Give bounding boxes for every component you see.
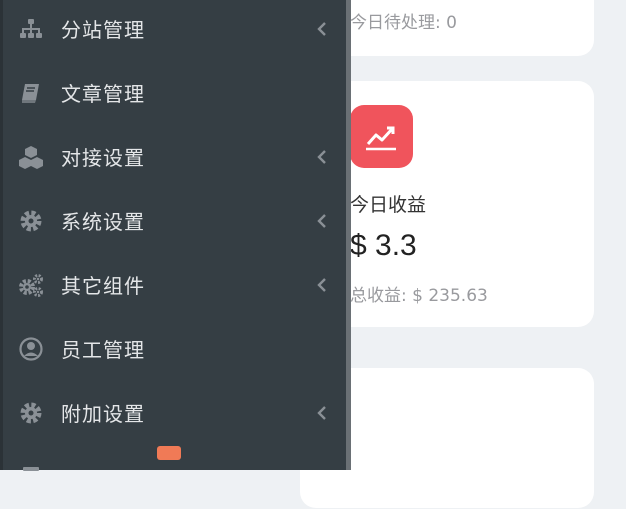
sidebar-item-label: 分站管理 xyxy=(61,18,145,42)
chevron-left-icon xyxy=(317,277,327,293)
sidebar-item-label: 系统设置 xyxy=(61,210,145,234)
chevron-left-icon xyxy=(317,405,327,421)
sidebar-item-staff[interactable]: 员工管理 xyxy=(0,317,346,381)
income-chart-icon xyxy=(350,105,413,168)
menu-icon xyxy=(18,459,44,485)
income-title: 今日收益 xyxy=(350,194,427,216)
sidebar-item-label: 附加设置 xyxy=(61,402,145,426)
income-value: $ 3.3 xyxy=(350,229,417,262)
sidebar-item-other-components[interactable]: 其它组件 xyxy=(0,253,346,317)
gear-icon xyxy=(18,208,44,234)
cubes-icon xyxy=(18,144,44,170)
sidebar-item-substation[interactable]: 分站管理 xyxy=(0,0,346,61)
sidebar-item-integration[interactable]: 对接设置 xyxy=(0,125,346,189)
sidebar-item-articles[interactable]: 文章管理 xyxy=(0,61,346,125)
sidebar: 分站管理 文章管理 对接设置 系统设置 其它组件 员工管理 附加设置 xyxy=(0,0,346,471)
sidebar-item-partial[interactable] xyxy=(0,445,346,509)
chevron-left-icon xyxy=(317,149,327,165)
chevron-left-icon xyxy=(317,21,327,37)
sidebar-item-label: 文章管理 xyxy=(61,82,145,106)
user-circle-icon xyxy=(18,336,44,362)
chevron-left-icon xyxy=(317,213,327,229)
sidebar-item-label: 员工管理 xyxy=(61,338,145,362)
sidebar-item-label: 其它组件 xyxy=(61,274,145,298)
gears-icon xyxy=(18,272,44,298)
gear-icon xyxy=(18,400,44,426)
income-total: 总收益: $ 235.63 xyxy=(350,286,488,306)
sidebar-divider xyxy=(346,0,351,470)
pending-count-text: 今日待处理: 0 xyxy=(350,13,457,33)
new-badge xyxy=(157,446,181,460)
sidebar-item-label: 对接设置 xyxy=(61,146,145,170)
book-icon xyxy=(18,80,44,106)
sitemap-icon xyxy=(18,16,44,42)
sidebar-item-system-settings[interactable]: 系统设置 xyxy=(0,189,346,253)
sidebar-item-additional-settings[interactable]: 附加设置 xyxy=(0,381,346,445)
